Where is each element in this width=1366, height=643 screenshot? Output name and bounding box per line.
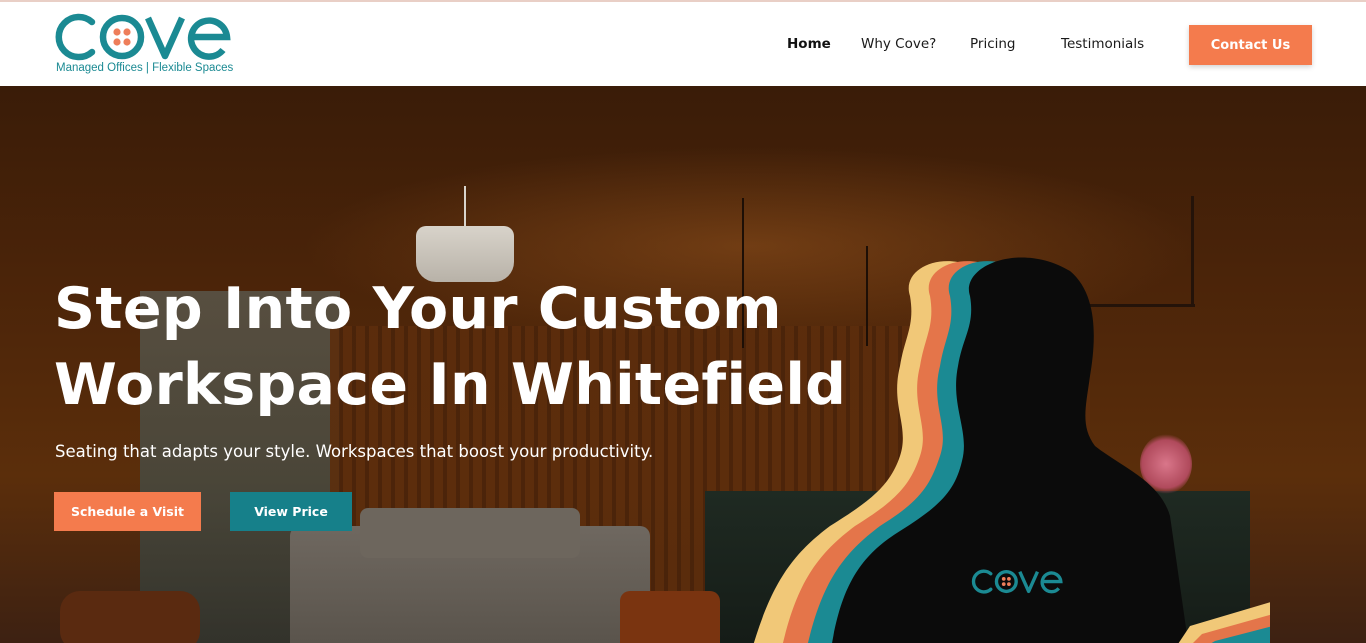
nav-pricing-link[interactable]: Pricing xyxy=(970,36,1016,52)
lounge-chair-left xyxy=(60,591,200,643)
nav-home-link[interactable]: Home xyxy=(787,36,831,52)
sofa-back xyxy=(360,508,580,558)
hero-section: Step Into Your Custom Workspace In White… xyxy=(0,86,1366,643)
cove-logo[interactable]: Managed Offices | Flexible Spaces xyxy=(52,8,237,78)
hero-title-line2: Workspace In Whitefield xyxy=(54,352,847,418)
lamp-wire xyxy=(464,186,466,231)
schedule-visit-button[interactable]: Schedule a Visit xyxy=(54,492,201,531)
hero-title: Step Into Your Custom Workspace In White… xyxy=(54,271,846,423)
hero-title-line1: Step Into Your Custom xyxy=(54,276,782,342)
nav-testimonials-link[interactable]: Testimonials xyxy=(1061,36,1144,52)
logo-tagline: Managed Offices | Flexible Spaces xyxy=(56,62,234,74)
lounge-chair xyxy=(620,591,720,643)
view-price-button[interactable]: View Price xyxy=(230,492,352,531)
shirt-logo xyxy=(970,564,1066,605)
contact-us-button[interactable]: Contact Us xyxy=(1189,25,1312,65)
nav-why-cove-link[interactable]: Why Cove? xyxy=(861,36,936,52)
hero-subtitle: Seating that adapts your style. Workspac… xyxy=(55,442,654,461)
sofa xyxy=(290,508,650,643)
site-header: Managed Offices | Flexible Spaces Home W… xyxy=(0,2,1366,86)
cove-logo-mark xyxy=(55,13,231,61)
shirt-logo-mark xyxy=(971,569,1063,594)
